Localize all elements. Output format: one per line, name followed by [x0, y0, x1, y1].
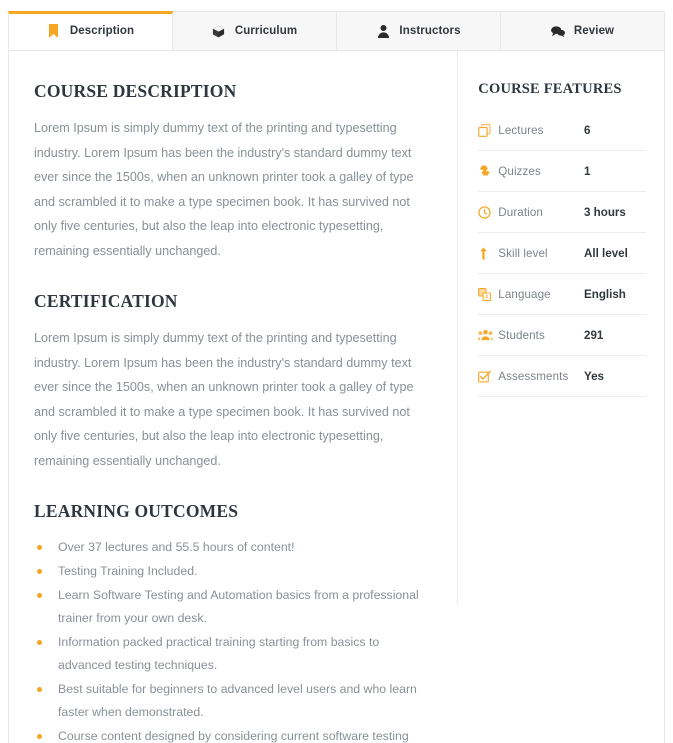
- feature-lectures: Lectures 6: [478, 110, 646, 151]
- language-icon: A: [478, 287, 498, 301]
- feature-language-label: Language: [498, 287, 551, 301]
- feature-language: A Language English: [478, 274, 646, 315]
- feature-assessments-value: Yes: [584, 369, 604, 383]
- description-column: COURSE DESCRIPTION Lorem Ipsum is simply…: [9, 51, 457, 743]
- list-item: Over 37 lectures and 55.5 hours of conte…: [34, 536, 433, 559]
- course-detail-page: Description Curriculum Instructors Revie…: [0, 0, 673, 743]
- puzzle-icon: [478, 165, 498, 178]
- feature-duration: Duration 3 hours: [478, 192, 646, 233]
- comments-icon: [550, 24, 565, 38]
- list-item: Best suitable for beginners to advanced …: [34, 678, 433, 724]
- course-features-heading: COURSE FEATURES: [478, 81, 622, 97]
- feature-students-value: 291: [584, 328, 604, 342]
- course-description-text: Lorem Ipsum is simply dummy text of the …: [34, 121, 414, 258]
- list-item: Information packed practical training st…: [34, 631, 433, 677]
- feature-skill-level-label: Skill level: [498, 246, 548, 260]
- list-item: Learn Software Testing and Automation ba…: [34, 584, 433, 630]
- feature-lectures-label: Lectures: [498, 123, 544, 137]
- tab-curriculum-label: Curriculum: [234, 25, 298, 37]
- cube-icon: [212, 24, 226, 38]
- feature-duration-label: Duration: [498, 205, 543, 219]
- tab-description-label: Description: [69, 25, 135, 37]
- feature-skill-level: Skill level All level: [478, 233, 646, 274]
- feature-duration-value: 3 hours: [584, 205, 626, 219]
- students-icon: [478, 329, 498, 341]
- feature-quizzes: Quizzes 1: [478, 151, 646, 192]
- feature-assessments: Assessments Yes: [478, 356, 646, 397]
- feature-students-label: Students: [498, 328, 545, 342]
- tab-review-label: Review: [573, 25, 615, 37]
- tab-instructors-label: Instructors: [399, 25, 461, 37]
- tab-panel-description: COURSE DESCRIPTION Lorem Ipsum is simply…: [8, 51, 665, 743]
- clock-icon: [478, 205, 498, 219]
- feature-quizzes-value: 1: [584, 164, 591, 178]
- learning-outcomes-heading: LEARNING OUTCOMES: [34, 501, 239, 521]
- tab-description[interactable]: Description: [8, 11, 173, 50]
- user-icon: [376, 24, 390, 38]
- learning-outcomes-list: Over 37 lectures and 55.5 hours of conte…: [34, 536, 433, 743]
- course-description-heading: COURSE DESCRIPTION: [34, 81, 237, 101]
- certification-heading: CERTIFICATION: [34, 291, 178, 311]
- feature-quizzes-label: Quizzes: [498, 164, 541, 178]
- list-item: Course content designed by considering c…: [34, 725, 433, 743]
- list-item: Testing Training Included.: [34, 560, 433, 583]
- feature-lectures-value: 6: [584, 123, 591, 137]
- course-tabs: Description Curriculum Instructors Revie…: [8, 11, 665, 51]
- tab-curriculum[interactable]: Curriculum: [173, 11, 337, 50]
- course-features-column: COURSE FEATURES Lectures 6 Quizzes 1 Dur…: [457, 51, 664, 604]
- certification-text: Lorem Ipsum is simply dummy text of the …: [34, 331, 414, 468]
- feature-assessments-label: Assessments: [498, 369, 569, 383]
- svg-text:A: A: [485, 294, 489, 300]
- tab-instructors[interactable]: Instructors: [337, 11, 501, 50]
- feature-skill-level-value: All level: [584, 246, 628, 260]
- arrow-up-icon: [478, 247, 498, 260]
- tab-review[interactable]: Review: [501, 11, 665, 50]
- feature-students: Students 291: [478, 315, 646, 356]
- feature-language-value: English: [584, 287, 626, 301]
- bookmark-icon: [47, 24, 61, 38]
- checkbox-icon: [478, 370, 498, 383]
- files-icon: [478, 123, 498, 137]
